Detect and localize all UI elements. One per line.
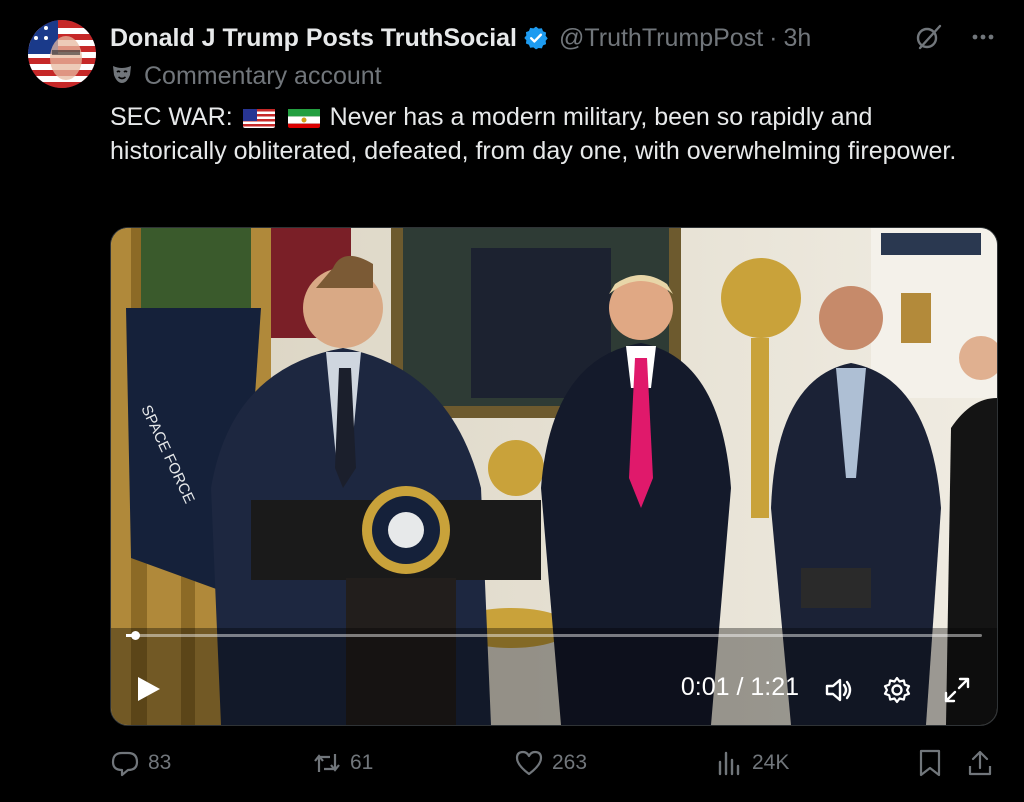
tweet[interactable]: Donald J Trump Posts TruthSocial @TruthT… <box>0 0 1024 802</box>
video-player[interactable]: SPACE FORCE 0:01 / 1:21 <box>110 227 998 726</box>
views-count: 24K <box>752 751 790 774</box>
grok-icon[interactable] <box>914 22 944 57</box>
reply-icon <box>111 751 139 777</box>
tweet-header: Donald J Trump Posts TruthSocial @TruthT… <box>110 20 811 56</box>
views-icon <box>718 751 740 776</box>
us-flag-icon <box>242 106 275 128</box>
volume-icon[interactable] <box>823 674 855 706</box>
tweet-actions: 83 61 263 24K <box>110 748 996 784</box>
reply-count: 83 <box>148 751 172 774</box>
like-count: 263 <box>552 751 588 774</box>
settings-icon[interactable] <box>881 674 913 706</box>
tweet-text-body: Never has a modern military, been so rap… <box>110 103 957 165</box>
play-icon[interactable] <box>133 674 163 704</box>
avatar[interactable] <box>28 20 96 88</box>
tweet-text-prefix: SEC WAR: <box>110 103 233 131</box>
share-icon <box>968 750 992 776</box>
bookmark-icon <box>919 749 941 777</box>
iran-lion-flag-icon <box>287 106 320 128</box>
tweet-top-actions <box>914 22 996 57</box>
video-frame: SPACE FORCE <box>111 228 997 725</box>
bookmark-button[interactable] <box>916 748 952 778</box>
display-name[interactable]: Donald J Trump Posts TruthSocial <box>110 24 517 53</box>
commentary-mask-icon <box>110 62 134 91</box>
fullscreen-icon[interactable] <box>941 674 973 706</box>
video-progress-bar[interactable] <box>126 631 982 640</box>
repost-button[interactable]: 61 <box>312 748 373 778</box>
more-icon[interactable] <box>970 24 996 55</box>
repost-count: 61 <box>350 751 374 774</box>
reply-button[interactable]: 83 <box>110 748 171 778</box>
share-button[interactable] <box>966 748 1002 778</box>
like-icon <box>515 750 543 776</box>
account-label-text: Commentary account <box>144 62 382 90</box>
like-button[interactable]: 263 <box>514 748 587 778</box>
separator: · <box>769 23 778 52</box>
repost-icon <box>314 754 340 772</box>
tweet-text: SEC WAR: Never has a modern military, be… <box>110 100 970 168</box>
account-label[interactable]: Commentary account <box>110 62 382 91</box>
timestamp[interactable]: 3h <box>783 24 811 53</box>
video-timecode: 0:01 / 1:21 <box>680 673 799 701</box>
video-progress-thumb[interactable] <box>130 631 140 640</box>
views-button[interactable]: 24K <box>714 748 789 778</box>
verified-badge-icon[interactable] <box>523 25 549 51</box>
handle[interactable]: @TruthTrumpPost <box>559 24 763 53</box>
